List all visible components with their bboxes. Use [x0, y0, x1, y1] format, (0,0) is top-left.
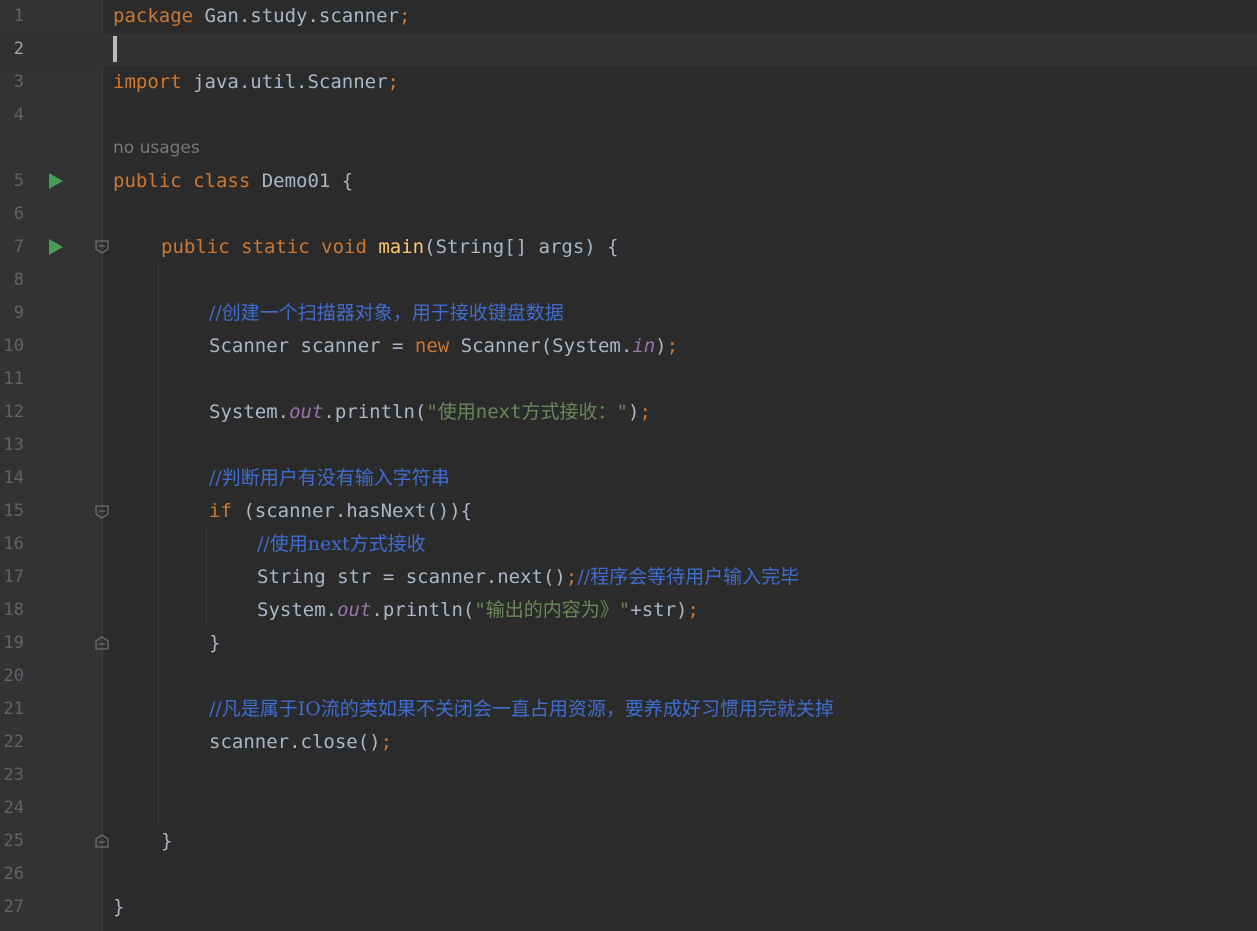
line-number[interactable]: 7: [0, 231, 24, 264]
keyword: package: [113, 5, 194, 27]
run-main-icon[interactable]: [49, 239, 63, 255]
method-name: main: [378, 236, 425, 258]
string-literal: "输出的内容为》": [474, 599, 631, 621]
code-line-5[interactable]: public class Demo01 {: [113, 165, 353, 198]
code-line-27[interactable]: }: [113, 891, 124, 924]
line-number[interactable]: 23: [0, 759, 24, 792]
code-text: (String[] args) {: [424, 236, 619, 258]
code-line-18[interactable]: System.out.println("输出的内容为》"+str);: [257, 594, 699, 627]
semicolon: ;: [398, 5, 411, 27]
comment: //程序会等待用户输入完毕: [577, 566, 800, 588]
code-text: System.: [209, 401, 290, 423]
line-number[interactable]: 10: [0, 330, 24, 363]
line-number[interactable]: 1: [0, 0, 24, 33]
line-number[interactable]: 27: [0, 891, 24, 924]
line-number[interactable]: 4: [0, 99, 24, 132]
line-number[interactable]: 5: [0, 165, 24, 198]
fold-if-icon[interactable]: [95, 505, 109, 519]
semicolon: ;: [639, 401, 651, 423]
code-line-12[interactable]: System.out.println("使用next方式接收：");: [209, 396, 651, 429]
semicolon: ;: [565, 566, 578, 588]
code-text: ): [655, 335, 667, 357]
semicolon: ;: [687, 599, 699, 621]
code-text: scanner.close(): [209, 731, 381, 753]
code-text: (scanner.hasNext()){: [231, 500, 473, 522]
code-line-17[interactable]: String str = scanner.next();//程序会等待用户输入完…: [257, 561, 799, 594]
semicolon: ;: [666, 335, 679, 357]
line-number[interactable]: 14: [0, 462, 24, 495]
code-line-9[interactable]: //创建一个扫描器对象，用于接收键盘数据: [209, 297, 564, 330]
line-number[interactable]: 13: [0, 429, 24, 462]
code-line-3[interactable]: import java.util.Scanner;: [113, 66, 399, 99]
code-line-16[interactable]: //使用next方式接收: [257, 528, 426, 561]
keyword: if: [209, 500, 232, 522]
code-text: java.util.Scanner: [181, 71, 388, 93]
semicolon: ;: [387, 71, 399, 93]
run-class-icon[interactable]: [49, 173, 63, 189]
line-number[interactable]: 17: [0, 561, 24, 594]
keyword: public static void: [161, 236, 367, 258]
code-text: System.: [257, 599, 338, 621]
line-number[interactable]: 22: [0, 726, 24, 759]
code-text: .println(: [371, 599, 475, 621]
semicolon: ;: [380, 731, 393, 753]
keyword: public class: [113, 170, 251, 192]
line-number[interactable]: 26: [0, 858, 24, 891]
indent-guide-if: [206, 528, 207, 626]
line-number[interactable]: 18: [0, 594, 24, 627]
line-number[interactable]: 8: [0, 264, 24, 297]
line-number[interactable]: 25: [0, 825, 24, 858]
code-text: Gan.study.scanner: [193, 5, 399, 27]
code-text: String str = scanner.next(): [257, 566, 566, 588]
indent-guide-method: [158, 264, 159, 824]
fold-end-if-icon[interactable]: [95, 636, 109, 650]
code-text: }: [209, 632, 221, 654]
string-literal: "使用next方式接收：": [426, 401, 628, 423]
fold-end-method-icon[interactable]: [95, 834, 109, 848]
current-line-highlight: [0, 33, 1257, 66]
line-number[interactable]: 24: [0, 792, 24, 825]
line-number[interactable]: 2: [0, 33, 24, 66]
code-line-1[interactable]: package Gan.study.scanner;: [113, 0, 410, 33]
code-text: Scanner(System.: [449, 335, 633, 357]
comment: //使用next方式接收: [257, 533, 426, 555]
comment: //创建一个扫描器对象，用于接收键盘数据: [209, 302, 564, 324]
line-number[interactable]: 16: [0, 528, 24, 561]
code-text: Demo01 {: [250, 170, 354, 192]
code-text: .println(: [323, 401, 427, 423]
fold-method-icon[interactable]: [95, 240, 109, 254]
code-line-25[interactable]: }: [161, 825, 172, 858]
line-number[interactable]: 15: [0, 495, 24, 528]
line-number[interactable]: 20: [0, 660, 24, 693]
code-text: Scanner scanner =: [209, 335, 415, 357]
line-number[interactable]: 21: [0, 693, 24, 726]
line-number[interactable]: 3: [0, 66, 24, 99]
code-text: }: [113, 896, 125, 918]
code-line-10[interactable]: Scanner scanner = new Scanner(System.in)…: [209, 330, 678, 363]
line-number[interactable]: 6: [0, 198, 24, 231]
code-text: ): [628, 401, 640, 423]
line-number[interactable]: 11: [0, 363, 24, 396]
code-text: }: [161, 830, 173, 852]
code-line-14[interactable]: //判断用户有没有输入字符串: [209, 462, 450, 495]
line-number[interactable]: 12: [0, 396, 24, 429]
line-number[interactable]: 9: [0, 297, 24, 330]
keyword: new: [414, 335, 450, 357]
static-field: out: [289, 401, 324, 423]
usage-hint[interactable]: no usages: [113, 132, 200, 165]
text-caret: [113, 36, 117, 62]
comment: //判断用户有没有输入字符串: [209, 467, 450, 489]
code-line-21[interactable]: //凡是属于IO流的类如果不关闭会一直占用资源，要养成好习惯用完就关掉: [209, 693, 834, 726]
code-text: +str): [630, 599, 688, 621]
static-field: in: [632, 335, 656, 357]
line-number[interactable]: 19: [0, 627, 24, 660]
code-line-15[interactable]: if (scanner.hasNext()){: [209, 495, 472, 528]
keyword: import: [113, 71, 182, 93]
code-line-22[interactable]: scanner.close();: [209, 726, 392, 759]
code-line-19[interactable]: }: [209, 627, 220, 660]
code-line-7[interactable]: public static void main(String[] args) {: [161, 231, 619, 264]
static-field: out: [337, 599, 372, 621]
comment: //凡是属于IO流的类如果不关闭会一直占用资源，要养成好习惯用完就关掉: [209, 698, 834, 720]
